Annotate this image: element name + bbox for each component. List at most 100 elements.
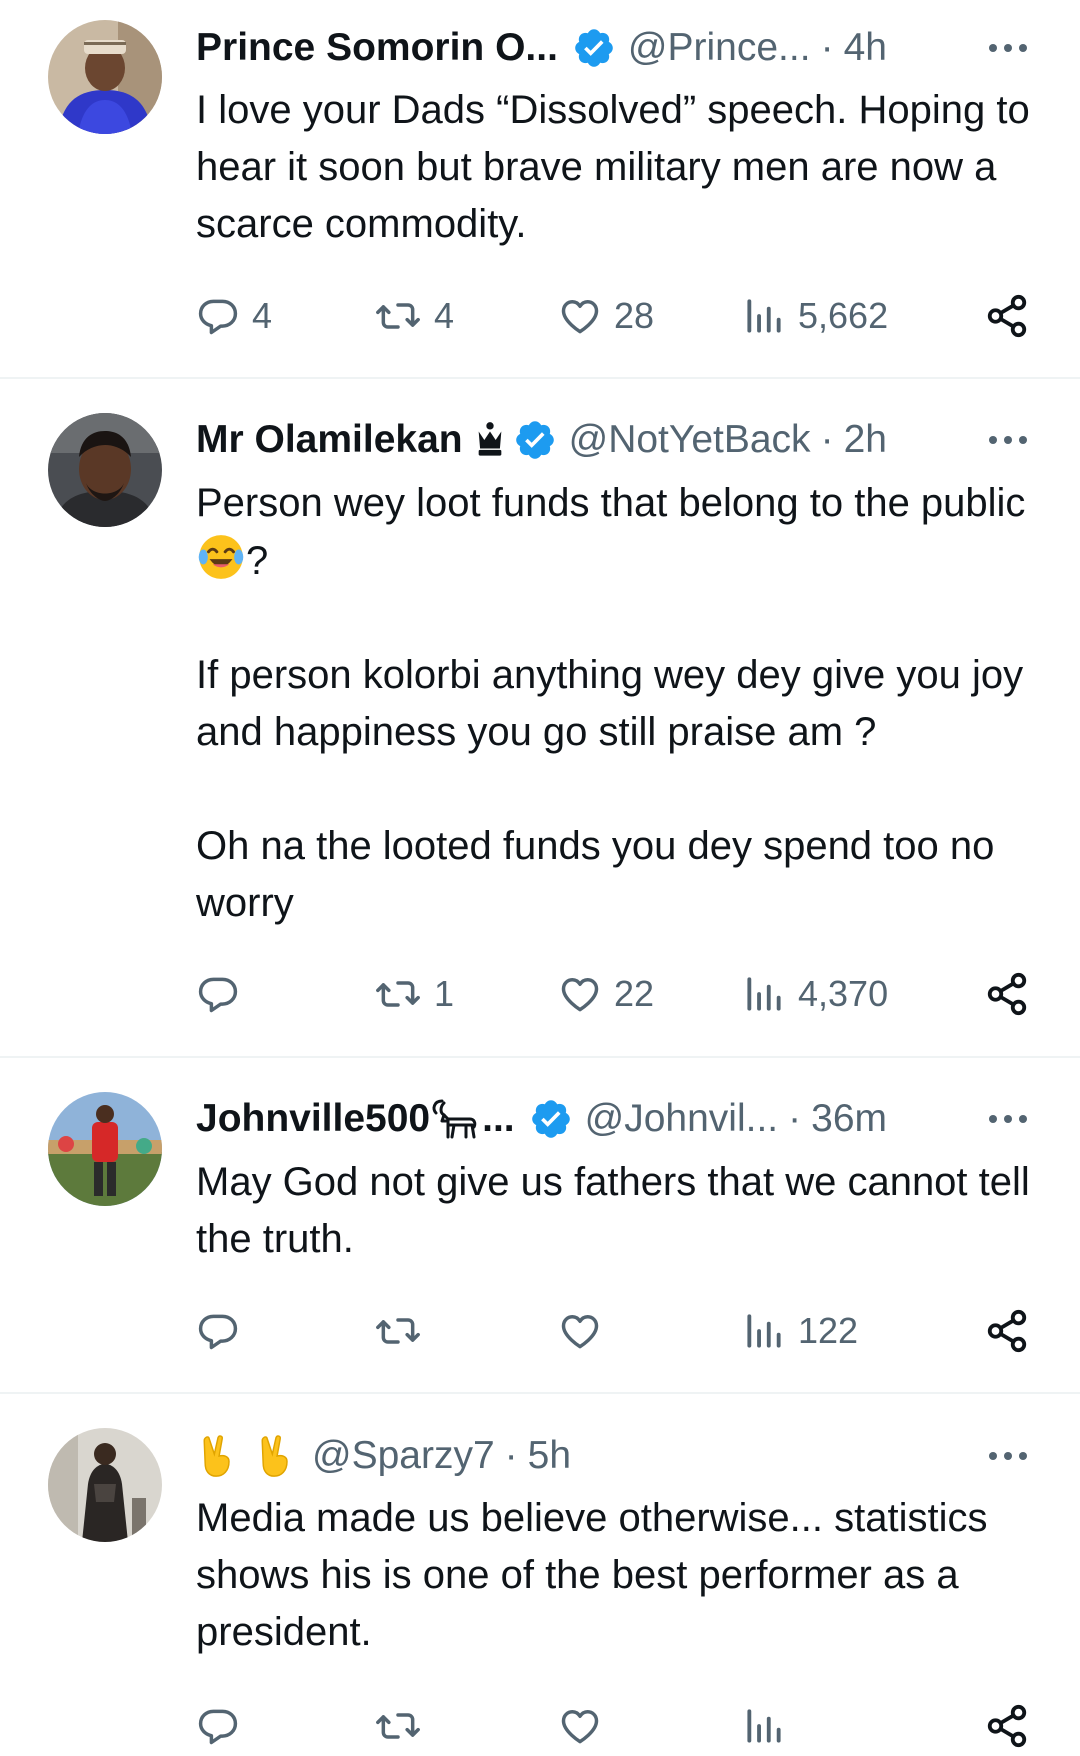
like-button[interactable]: 28 [558, 286, 654, 346]
reply-icon [198, 1709, 238, 1745]
like-count: 22 [614, 973, 655, 1014]
tweet-paragraph: I love your Dads “Dissolved” speech. Hop… [196, 88, 1030, 246]
divider [0, 377, 1080, 379]
share-icon [987, 972, 1027, 1016]
share-button[interactable] [984, 286, 1030, 346]
views-button[interactable]: 5,662 [742, 286, 888, 346]
reply-icon [198, 1314, 238, 1350]
views-button[interactable]: 122 [742, 1301, 858, 1361]
view-count: 122 [798, 1310, 859, 1351]
separator-dot: · [788, 1097, 802, 1140]
author-handle[interactable]: @NotYetBack [569, 418, 811, 462]
reply-button[interactable] [196, 1696, 240, 1756]
share-icon [987, 1309, 1027, 1353]
more-icon[interactable] [986, 1112, 1030, 1126]
retweet-icon [376, 1318, 420, 1344]
verified-badge-icon [575, 29, 613, 67]
view-count: 5,662 [798, 295, 889, 336]
more-icon[interactable] [986, 1449, 1030, 1463]
like-button[interactable] [558, 1696, 602, 1756]
retweet-button[interactable] [374, 1301, 434, 1361]
action-bar: 1 22 4,370 [196, 964, 1036, 1024]
retweet-icon [376, 303, 420, 329]
victory-hand-emoji [261, 1435, 288, 1477]
author-name[interactable]: Mr Olamilekan [196, 418, 463, 462]
action-bar: 4 4 28 5,662 [196, 286, 1036, 346]
goat-icon [432, 1099, 477, 1139]
retweet-button[interactable]: 4 [374, 286, 454, 346]
share-button[interactable] [984, 964, 1030, 1024]
tweet-paragraph: Oh na the looted funds you dey spend too… [196, 824, 995, 925]
verified-badge-icon [531, 1100, 570, 1138]
tweet-text: May God not give us fathers that we cann… [196, 1154, 1032, 1268]
author-name[interactable]: Johnville500 [196, 1097, 430, 1141]
timestamp[interactable]: 36m [811, 1097, 887, 1141]
reply-button[interactable] [196, 1301, 252, 1361]
views-icon [747, 1314, 781, 1348]
action-bar: 122 [196, 1301, 1036, 1361]
tweet-header: @Sparzy7 · 5h [196, 1426, 1030, 1486]
author-handle[interactable]: @Johnvil... [585, 1097, 779, 1141]
retweet-icon [376, 981, 420, 1007]
timestamp[interactable]: 5h [528, 1434, 571, 1478]
share-button[interactable] [984, 1301, 1030, 1361]
views-button[interactable] [742, 1696, 786, 1756]
paragraph-text: Person wey loot funds that belong to the… [196, 481, 1026, 525]
paragraph-text: ? [246, 539, 269, 583]
tweet-header: Prince Somorin O... @Prince... · 4h [196, 18, 1030, 78]
views-icon [747, 299, 781, 333]
avatar[interactable] [48, 413, 162, 527]
tweet-header: Mr Olamilekan @NotYetBack · 2h [196, 410, 1030, 470]
like-icon [561, 299, 599, 334]
views-icon [747, 977, 781, 1011]
tweet-paragraph: May God not give us fathers that we cann… [196, 1160, 1030, 1261]
retweet-count: 4 [434, 295, 455, 336]
like-icon [561, 1709, 599, 1744]
name-truncation: ... [482, 1097, 515, 1140]
separator-dot: · [820, 418, 834, 461]
avatar[interactable] [48, 20, 162, 134]
divider [0, 1392, 1080, 1394]
views-button[interactable]: 4,370 [742, 964, 888, 1024]
retweet-button[interactable] [374, 1696, 422, 1756]
tweet-text: I love your Dads “Dissolved” speech. Hop… [196, 82, 1032, 253]
like-button[interactable]: 22 [558, 964, 654, 1024]
reply-button[interactable]: 4 [196, 286, 272, 346]
avatar[interactable] [48, 1428, 162, 1542]
avatar[interactable] [48, 1092, 162, 1206]
verified-badge-icon [515, 421, 554, 459]
tweet-text: Person wey loot funds that belong to the… [196, 475, 1032, 932]
more-icon[interactable] [986, 41, 1030, 55]
share-icon [987, 1704, 1027, 1748]
like-button[interactable] [558, 1301, 614, 1361]
reply-icon [198, 977, 238, 1013]
reply-icon [198, 299, 238, 335]
tweet-paragraph: Person wey loot funds that belong to the… [196, 475, 1032, 590]
laughing-crying-emoji [198, 535, 244, 579]
tweet-header: Johnville500 ... @Johnvil... · 36m [196, 1089, 1030, 1149]
crown-icon [478, 422, 501, 456]
timestamp[interactable]: 4h [844, 26, 887, 70]
view-count: 4,370 [798, 973, 889, 1014]
like-count: 28 [614, 295, 655, 336]
separator-dot: · [504, 1434, 518, 1477]
like-icon [561, 977, 599, 1012]
author-handle[interactable]: @Prince... [628, 26, 811, 70]
like-icon [561, 1314, 599, 1349]
share-icon [987, 294, 1027, 338]
reply-count: 4 [252, 295, 273, 336]
author-handle[interactable]: @Sparzy7 [312, 1434, 495, 1478]
author-name[interactable]: Prince Somorin O... [196, 26, 558, 70]
separator-dot: · [820, 26, 834, 69]
reply-button[interactable] [196, 964, 252, 1024]
retweet-icon [376, 1713, 420, 1739]
more-icon[interactable] [986, 433, 1030, 447]
victory-hand-emoji [203, 1435, 230, 1477]
tweet-text: Media made us believe otherwise... stati… [196, 1490, 1032, 1661]
divider [0, 1056, 1080, 1058]
share-button[interactable] [984, 1696, 1030, 1756]
retweet-button[interactable]: 1 [374, 964, 454, 1024]
timestamp[interactable]: 2h [844, 418, 887, 462]
action-bar [196, 1696, 1036, 1756]
retweet-count: 1 [434, 973, 455, 1014]
